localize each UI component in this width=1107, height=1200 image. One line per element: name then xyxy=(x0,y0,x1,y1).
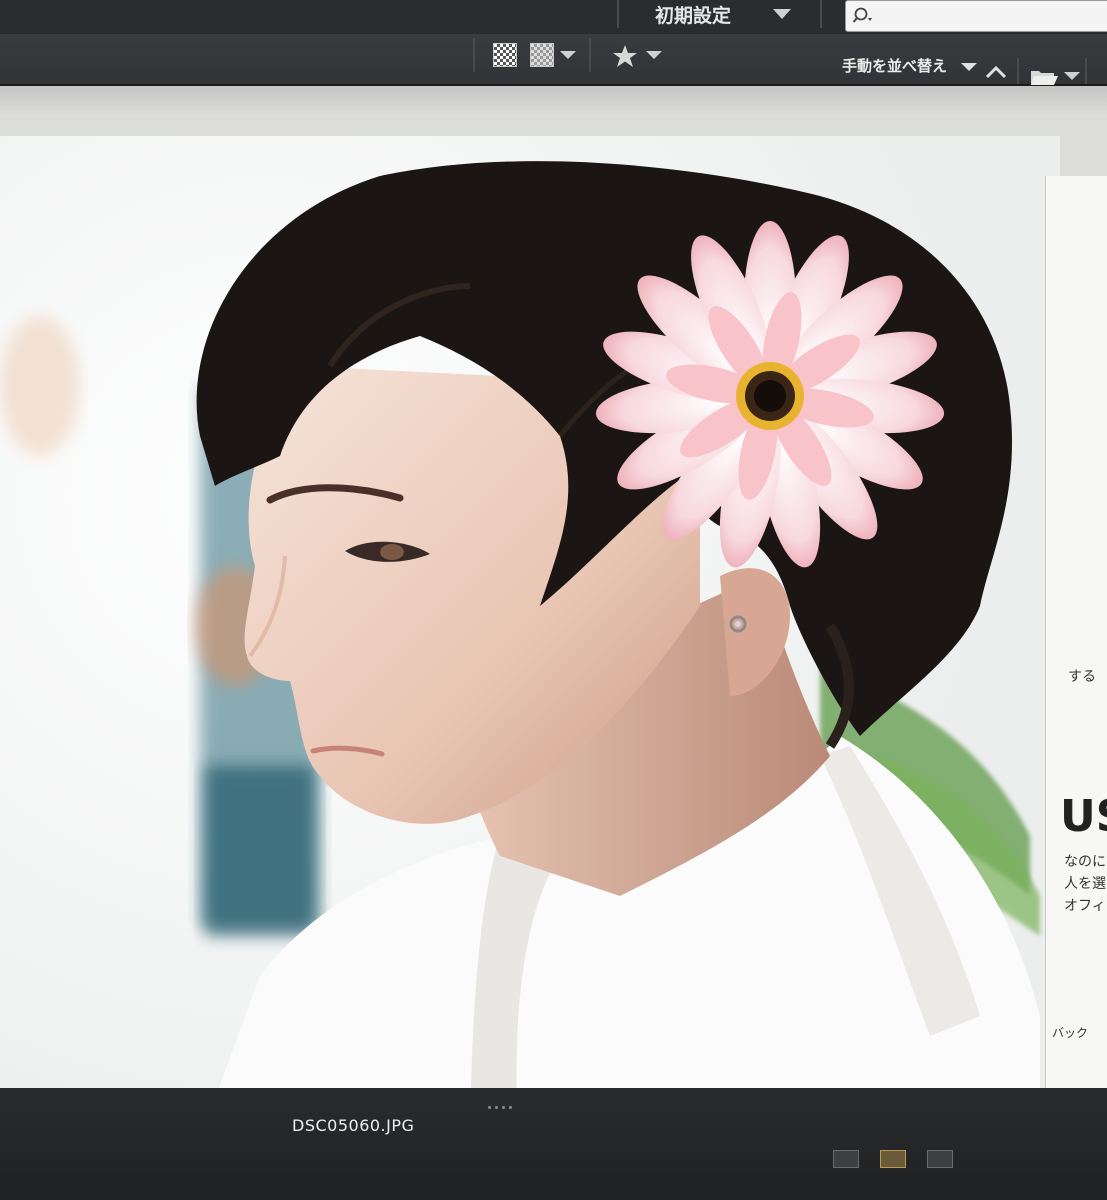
star-icon[interactable] xyxy=(612,44,638,68)
application-header: 初期設定 xyxy=(0,0,1107,35)
view-mode-button-active[interactable] xyxy=(880,1150,906,1168)
content-panel: する US なのに 人を選に オフィ バック xyxy=(0,86,1107,1200)
toolbar-divider xyxy=(1017,58,1019,84)
panel-text-fragment: オフィ xyxy=(1064,898,1106,914)
preview-status-bar: DSC05060.JPG xyxy=(0,1088,1107,1200)
chevron-down-icon[interactable] xyxy=(1064,72,1080,80)
toolbar-divider xyxy=(589,38,591,72)
panel-text-fragment: バック xyxy=(1052,1026,1089,1040)
thumbnail-quality-button[interactable] xyxy=(493,43,517,67)
panel-text-fragment: 人を選に xyxy=(1064,876,1107,892)
panel-text-fragment: なのに xyxy=(1064,854,1106,870)
workspace-switcher[interactable]: 初期設定 xyxy=(655,2,731,30)
panel-text-fragment: する xyxy=(1068,669,1096,685)
chevron-down-icon[interactable] xyxy=(646,51,662,59)
preview-quality-button[interactable] xyxy=(530,43,554,67)
preview-photo xyxy=(0,136,1060,1166)
toolbar-divider xyxy=(473,38,475,72)
search-box[interactable] xyxy=(845,0,1107,32)
header-divider xyxy=(820,0,822,28)
search-input[interactable] xyxy=(878,4,1102,28)
chevron-down-icon[interactable] xyxy=(961,63,977,71)
bridge-window: 初期設定 手動を並べ替え する U なのに 人を選 オフィ バック DSC050… xyxy=(0,0,1107,1200)
view-mode-button[interactable] xyxy=(927,1150,953,1168)
header-divider xyxy=(617,0,619,28)
toolbar-divider xyxy=(1085,58,1087,84)
image-preview[interactable] xyxy=(0,136,1060,1166)
chevron-down-icon[interactable] xyxy=(773,9,791,19)
panel-heading-fragment: US xyxy=(1060,791,1107,842)
chevron-up-icon[interactable] xyxy=(984,64,1008,80)
search-icon[interactable] xyxy=(852,6,876,26)
view-mode-button[interactable] xyxy=(833,1150,859,1168)
folder-icon[interactable] xyxy=(1030,68,1060,86)
metadata-panel: する US なのに 人を選に オフィ バック xyxy=(1045,176,1107,1200)
content-toolbar: 手動を並べ替え xyxy=(0,34,1107,86)
preview-filename: DSC05060.JPG xyxy=(292,1116,415,1135)
sort-menu[interactable]: 手動を並べ替え xyxy=(842,56,947,76)
pagination-dots xyxy=(488,1094,516,1113)
chevron-down-icon[interactable] xyxy=(560,51,576,59)
